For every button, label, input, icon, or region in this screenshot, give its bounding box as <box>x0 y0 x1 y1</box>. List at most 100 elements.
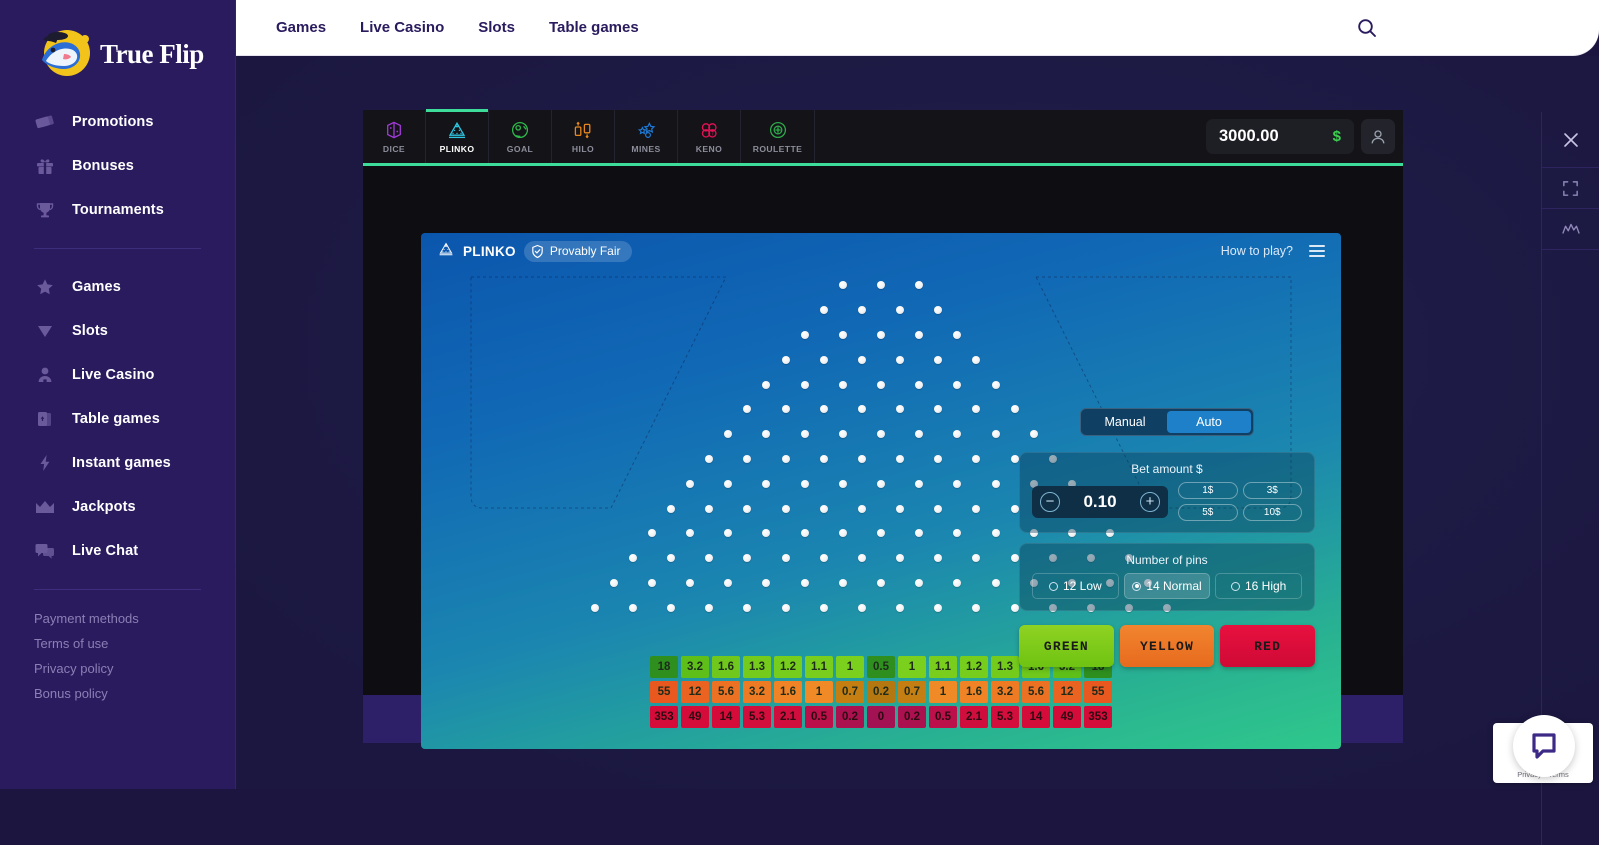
risk-button-green[interactable]: GREEN <box>1019 625 1114 667</box>
top-nav-games[interactable]: Games <box>276 19 326 36</box>
sidebar-item-table-games[interactable]: Table games <box>0 397 235 441</box>
sidebar-item-tournaments[interactable]: Tournaments <box>0 188 235 232</box>
multiplier-cell[interactable]: 0.5 <box>805 706 833 728</box>
footer-link-payment-methods[interactable]: Payment methods <box>0 606 235 631</box>
sidebar-item-jackpots[interactable]: Jackpots <box>0 485 235 529</box>
multiplier-cell[interactable]: 3.2 <box>991 681 1019 703</box>
sidebar-item-games[interactable]: Games <box>0 265 235 309</box>
statistics-chart-icon[interactable] <box>1542 209 1599 250</box>
pin <box>934 355 943 364</box>
minus-circle-icon[interactable]: − <box>1040 491 1060 512</box>
tab-keno[interactable]: 7 KENO <box>678 110 741 163</box>
multiplier-cell[interactable]: 18 <box>650 656 678 678</box>
multiplier-cell[interactable]: 1.2 <box>960 656 988 678</box>
tab-goal[interactable]: GOAL <box>489 110 552 163</box>
multiplier-cell[interactable]: 1.1 <box>929 656 957 678</box>
multiplier-cell[interactable]: 0.7 <box>898 681 926 703</box>
sidebar-item-live-chat[interactable]: Live Chat <box>0 529 235 573</box>
multiplier-cell[interactable]: 49 <box>681 706 709 728</box>
multiplier-cell[interactable]: 0.5 <box>867 656 895 678</box>
tab-hilo[interactable]: HILO <box>552 110 615 163</box>
multiplier-cell[interactable]: 2.1 <box>960 706 988 728</box>
multiplier-cell[interactable]: 5.3 <box>743 706 771 728</box>
risk-button-yellow[interactable]: YELLOW <box>1119 625 1215 667</box>
multiplier-cell[interactable]: 5.6 <box>1022 681 1050 703</box>
pin <box>762 529 771 538</box>
multiplier-cell[interactable]: 12 <box>681 681 709 703</box>
pin <box>953 578 962 587</box>
sidebar-item-promotions[interactable]: Promotions <box>0 100 235 144</box>
top-nav-slots[interactable]: Slots <box>478 19 515 36</box>
multiplier-cell[interactable]: 1 <box>929 681 957 703</box>
mode-auto[interactable]: Auto <box>1167 411 1251 433</box>
chat-bubble-icon[interactable] <box>1513 715 1575 777</box>
close-icon[interactable] <box>1542 112 1599 168</box>
multiplier-cell[interactable]: 1.6 <box>774 681 802 703</box>
multiplier-cell[interactable]: 1 <box>898 656 926 678</box>
multiplier-cell[interactable]: 5.6 <box>712 681 740 703</box>
footer-link-privacy-policy[interactable]: Privacy policy <box>0 656 235 681</box>
multiplier-cell[interactable]: 2.1 <box>774 706 802 728</box>
quick-bet-3[interactable]: 3$ <box>1242 482 1302 499</box>
search-icon[interactable] <box>1353 14 1381 42</box>
multiplier-cell[interactable]: 3.2 <box>743 681 771 703</box>
multiplier-cell[interactable]: 14 <box>1022 706 1050 728</box>
multiplier-cell[interactable]: 3.2 <box>681 656 709 678</box>
plus-circle-icon[interactable]: + <box>1140 491 1160 512</box>
multiplier-cell[interactable]: 0.5 <box>929 706 957 728</box>
multiplier-cell[interactable]: 353 <box>1084 706 1112 728</box>
pin <box>666 504 675 513</box>
multiplier-cell[interactable]: 0.7 <box>836 681 864 703</box>
footer-link-bonus-policy[interactable]: Bonus policy <box>0 681 235 706</box>
pin <box>838 479 847 488</box>
multiplier-cell[interactable]: 353 <box>650 706 678 728</box>
pin-option-12-low[interactable]: 12 Low <box>1032 573 1119 599</box>
pin-option-14-normal[interactable]: 14 Normal <box>1123 573 1211 599</box>
risk-button-red[interactable]: RED <box>1220 625 1316 667</box>
hamburger-menu-icon[interactable] <box>1309 242 1325 260</box>
multiplier-cell[interactable]: 0 <box>867 706 895 728</box>
top-nav-live-casino[interactable]: Live Casino <box>360 19 444 36</box>
tab-plinko[interactable]: PLINKO <box>426 109 489 163</box>
multiplier-cell[interactable]: 1.2 <box>774 656 802 678</box>
tab-dice[interactable]: DICE <box>363 110 426 163</box>
multiplier-cell[interactable]: 0.2 <box>867 681 895 703</box>
multiplier-cell[interactable]: 55 <box>1084 681 1112 703</box>
tab-mines[interactable]: MINES <box>615 110 678 163</box>
pin <box>781 504 790 513</box>
user-avatar-icon[interactable] <box>1361 119 1395 154</box>
pin-option-16-high[interactable]: 16 High <box>1215 573 1303 599</box>
sidebar-item-instant-games[interactable]: Instant games <box>0 441 235 485</box>
multiplier-cell[interactable]: 0.2 <box>836 706 864 728</box>
top-nav-table-games[interactable]: Table games <box>549 19 639 36</box>
provably-fair-badge[interactable]: Provably Fair <box>523 240 632 262</box>
pin <box>915 479 924 488</box>
multiplier-cell[interactable]: 1.3 <box>991 656 1019 678</box>
sidebar-item-bonuses[interactable]: Bonuses <box>0 144 235 188</box>
multiplier-cell[interactable]: 49 <box>1053 706 1081 728</box>
multiplier-cell[interactable]: 1.6 <box>960 681 988 703</box>
multiplier-cell[interactable]: 5.3 <box>991 706 1019 728</box>
multiplier-cell[interactable]: 1 <box>805 681 833 703</box>
tab-roulette[interactable]: ROULETTE <box>741 110 815 163</box>
footer-link-terms-of-use[interactable]: Terms of use <box>0 631 235 656</box>
quick-bet-1[interactable]: 1$ <box>1178 482 1238 499</box>
how-to-play-link[interactable]: How to play? <box>1221 244 1293 258</box>
multiplier-cell[interactable]: 1 <box>836 656 864 678</box>
quick-bet-5[interactable]: 5$ <box>1178 504 1238 521</box>
bet-amount-value[interactable]: 0.10 <box>1083 492 1116 512</box>
multiplier-cell[interactable]: 14 <box>712 706 740 728</box>
balance-display[interactable]: 3000.00 $ <box>1206 119 1354 154</box>
multiplier-cell[interactable]: 55 <box>650 681 678 703</box>
mode-manual[interactable]: Manual <box>1083 411 1167 433</box>
quick-bet-10[interactable]: 10$ <box>1242 504 1302 521</box>
multiplier-cell[interactable]: 1.3 <box>743 656 771 678</box>
multiplier-cell[interactable]: 1.1 <box>805 656 833 678</box>
multiplier-cell[interactable]: 0.2 <box>898 706 926 728</box>
fullscreen-icon[interactable] <box>1542 168 1599 209</box>
sidebar-item-live-casino[interactable]: Live Casino <box>0 353 235 397</box>
brand-logo[interactable]: True Flip <box>0 0 235 86</box>
sidebar-item-slots[interactable]: Slots <box>0 309 235 353</box>
multiplier-cell[interactable]: 1.6 <box>712 656 740 678</box>
multiplier-cell[interactable]: 12 <box>1053 681 1081 703</box>
